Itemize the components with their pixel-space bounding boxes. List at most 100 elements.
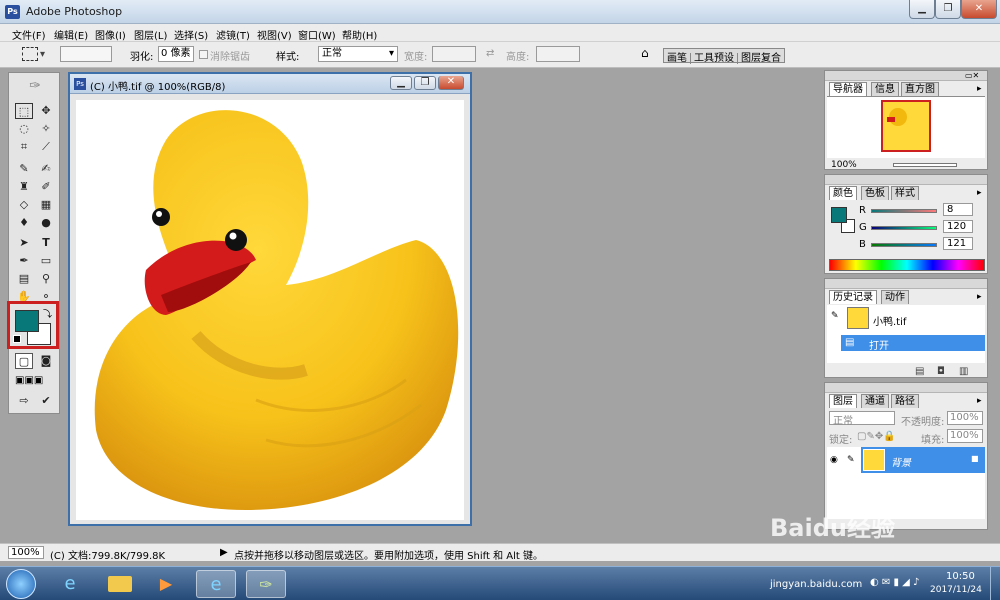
panel-menu-icon[interactable]: ▸: [977, 396, 982, 406]
tab-info[interactable]: 信息: [871, 82, 899, 96]
menu-help[interactable]: 帮助(H): [342, 27, 377, 42]
channel-g-slider[interactable]: [871, 226, 937, 230]
default-colors-icon[interactable]: [13, 335, 21, 343]
screen-mode-icons[interactable]: ▣▣▣: [15, 375, 55, 389]
channel-r-value[interactable]: 8: [943, 203, 973, 216]
quick-mask-icon[interactable]: ◙: [37, 353, 55, 369]
snapshot-name[interactable]: 小鸭.tif: [873, 313, 906, 328]
imageready-icon[interactable]: ✔: [37, 393, 55, 409]
tab-styles[interactable]: 样式: [891, 186, 919, 200]
menu-file[interactable]: 文件(F): [12, 27, 46, 42]
menu-image[interactable]: 图像(I): [95, 27, 126, 42]
navigator-zoom[interactable]: 100%: [831, 160, 857, 170]
channel-g-value[interactable]: 120: [943, 220, 973, 233]
explorer-taskbar-icon[interactable]: [100, 570, 140, 598]
pen-icon[interactable]: ✒: [15, 253, 33, 269]
doc-minimize-button[interactable]: ▁: [390, 76, 412, 90]
layer-row-background[interactable]: 背景 ■: [861, 447, 985, 473]
channel-b-value[interactable]: 121: [943, 237, 973, 250]
standard-mode-icon[interactable]: ▢: [15, 353, 33, 369]
panel-menu-icon[interactable]: ▸: [977, 84, 982, 94]
swap-icon[interactable]: ⇄: [486, 48, 494, 59]
opacity-input[interactable]: 100%: [947, 411, 983, 425]
dropdown-arrow-icon[interactable]: ▾: [40, 49, 45, 60]
tab-histogram[interactable]: 直方图: [901, 82, 939, 96]
tab-layers[interactable]: 图层: [829, 394, 857, 408]
navigator-thumbnail[interactable]: [881, 100, 931, 152]
menu-window[interactable]: 窗口(W): [298, 27, 336, 42]
eraser-icon[interactable]: ◇: [15, 197, 33, 213]
doc-maximize-button[interactable]: ❐: [414, 76, 436, 90]
minimize-button[interactable]: ▁: [909, 0, 935, 19]
menu-layer[interactable]: 图层(L): [134, 27, 167, 42]
palette-tab-tool-presets[interactable]: 工具预设: [691, 53, 738, 64]
close-button[interactable]: ✕: [961, 0, 997, 19]
ie-taskbar-icon[interactable]: e: [50, 570, 90, 598]
media-player-taskbar-icon[interactable]: ▶: [146, 570, 186, 598]
fg-color-chip[interactable]: [831, 207, 847, 223]
palette-tab-layer-comps[interactable]: 图层复合: [738, 53, 784, 64]
palette-well-icon[interactable]: ⌂: [641, 46, 649, 60]
clone-stamp-icon[interactable]: ♜: [15, 179, 33, 195]
tray-icons[interactable]: ◐ ✉ ▮ ◢ ♪: [870, 577, 919, 588]
menu-select[interactable]: 选择(S): [174, 27, 208, 42]
doc-close-button[interactable]: ✕: [438, 76, 464, 90]
tab-actions[interactable]: 动作: [881, 290, 909, 304]
healing-brush-icon[interactable]: ✎: [15, 161, 33, 177]
height-input[interactable]: [536, 46, 580, 62]
tab-channels[interactable]: 通道: [861, 394, 889, 408]
tab-swatches[interactable]: 色板: [861, 186, 889, 200]
maximize-button[interactable]: ❐: [935, 0, 961, 19]
start-button[interactable]: [6, 569, 36, 599]
color-spectrum-bar[interactable]: [829, 259, 985, 271]
magic-wand-icon[interactable]: ✧: [37, 121, 55, 137]
move-tool-icon[interactable]: ✥: [37, 103, 55, 119]
lock-icons[interactable]: ▢✎✥🔒: [857, 431, 896, 442]
panel-menu-icon[interactable]: ▸: [977, 188, 982, 198]
panel-menu-icon[interactable]: ▸: [977, 292, 982, 302]
status-zoom[interactable]: 100%: [8, 546, 44, 559]
shape-icon[interactable]: ▭: [37, 253, 55, 269]
swap-colors-icon[interactable]: ⤵: [43, 307, 52, 320]
blur-icon[interactable]: ♦: [15, 215, 33, 231]
antialias-checkbox[interactable]: [199, 50, 208, 59]
clock-date[interactable]: 2017/11/24: [930, 585, 982, 595]
notes-icon[interactable]: ▤: [15, 271, 33, 287]
width-input[interactable]: [432, 46, 476, 62]
tab-color[interactable]: 颜色: [829, 186, 857, 200]
rect-marquee-icon[interactable]: ⬚: [15, 103, 33, 119]
slice-icon[interactable]: ⟋: [37, 139, 55, 155]
type-tool-icon[interactable]: T: [37, 235, 55, 251]
status-arrow-icon[interactable]: ▶: [220, 547, 228, 558]
new-doc-from-state-icon[interactable]: ▤: [915, 366, 924, 377]
canvas-area[interactable]: [76, 100, 464, 520]
menu-edit[interactable]: 编辑(E): [54, 27, 88, 42]
selection-mode-buttons[interactable]: [60, 46, 112, 62]
tab-navigator[interactable]: 导航器: [829, 82, 867, 96]
style-select[interactable]: 正常 ▾: [318, 46, 398, 62]
photoshop-taskbar-icon[interactable]: ✑: [246, 570, 286, 598]
dodge-icon[interactable]: ●: [37, 215, 55, 231]
show-desktop-button[interactable]: [990, 567, 1000, 600]
history-step-row[interactable]: ▤ 打开: [841, 335, 985, 352]
eye-icon[interactable]: ◉: [830, 455, 838, 465]
panel-minimize-icon[interactable]: ▭✕: [965, 71, 979, 80]
tab-paths[interactable]: 路径: [891, 394, 919, 408]
brush-icon[interactable]: ✍: [37, 161, 55, 177]
tab-history[interactable]: 历史记录: [829, 290, 877, 304]
brush-link-icon[interactable]: ✎: [847, 455, 855, 465]
gradient-icon[interactable]: ▦: [37, 197, 55, 213]
crop-icon[interactable]: ⌗: [15, 139, 33, 155]
menu-view[interactable]: 视图(V): [257, 27, 292, 42]
menu-filter[interactable]: 滤镜(T): [216, 27, 250, 42]
history-brush-source-icon[interactable]: ✎: [831, 311, 839, 321]
clock-time[interactable]: 10:50: [946, 571, 975, 582]
lasso-icon[interactable]: ◌: [15, 121, 33, 137]
feather-input[interactable]: 0 像素: [158, 46, 194, 62]
ie-active-taskbar-icon[interactable]: e: [196, 570, 236, 598]
channel-b-slider[interactable]: [871, 243, 937, 247]
palette-tab-brushes[interactable]: 画笔: [664, 53, 691, 64]
path-select-icon[interactable]: ➤: [15, 235, 33, 251]
marquee-tool-icon[interactable]: [22, 47, 38, 61]
channel-r-slider[interactable]: [871, 209, 937, 213]
